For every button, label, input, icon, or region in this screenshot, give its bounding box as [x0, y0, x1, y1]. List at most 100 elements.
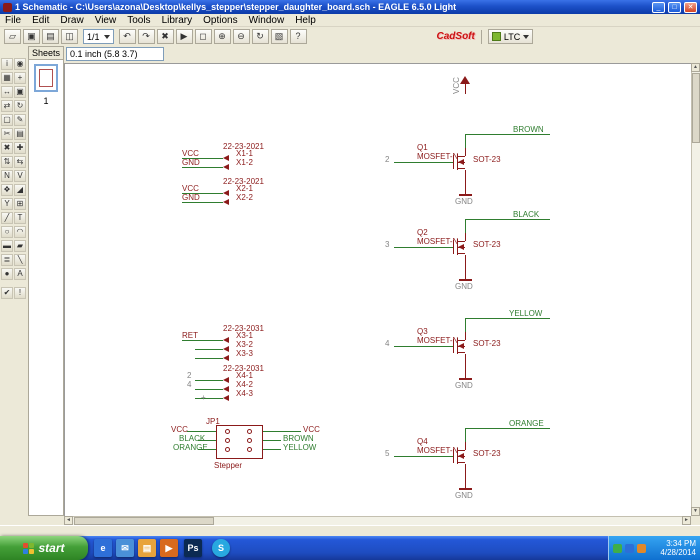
scroll-down-icon[interactable]: ▼ — [691, 507, 700, 516]
taskbar-clock[interactable]: 3:34 PM 4/28/2014 — [660, 539, 700, 557]
rotate-tool-icon[interactable]: ↻ — [14, 100, 26, 112]
zoom-redraw-button[interactable]: ↻ — [251, 29, 269, 44]
copy-tool-icon[interactable]: ▣ — [14, 86, 26, 98]
mirror-tool-icon[interactable]: ⇄ — [1, 100, 13, 112]
explorer-icon[interactable]: ▤ — [138, 539, 156, 557]
bus-tool-icon[interactable]: ≣ — [1, 254, 13, 266]
schematic-canvas[interactable]: VCC 22-23-2021 VCC X1-1 GND X1-2 22-23-2… — [64, 63, 691, 516]
arc-tool-icon[interactable]: ◠ — [14, 226, 26, 238]
sheet-thumbnail[interactable] — [34, 64, 58, 92]
start-button[interactable]: start — [0, 536, 88, 560]
pinswap-tool-icon[interactable]: ⇅ — [1, 156, 13, 168]
rect-tool-icon[interactable]: ▬ — [1, 240, 13, 252]
scroll-up-icon[interactable]: ▲ — [691, 63, 700, 72]
change-tool-icon[interactable]: ✎ — [14, 114, 26, 126]
menu-draw[interactable]: Draw — [60, 15, 83, 26]
name-tool-icon[interactable]: N — [1, 170, 13, 182]
save-button[interactable]: ▣ — [23, 29, 40, 44]
mosfet-q4[interactable]: ORANGE 5 Q4 MOSFET-N SOT-23 GND — [385, 420, 555, 500]
zoom-out-button[interactable]: ⊖ — [232, 29, 250, 44]
zoom-select-button[interactable]: ▧ — [270, 29, 288, 44]
scroll-right-icon[interactable]: ► — [682, 516, 691, 525]
zoom-in-button[interactable]: ⊕ — [213, 29, 231, 44]
coordinate-display[interactable]: 0.1 inch (5.8 3.7) — [66, 47, 164, 61]
menu-edit[interactable]: Edit — [32, 15, 49, 26]
redo-button[interactable]: ↷ — [137, 29, 155, 44]
circle-tool-icon[interactable]: ○ — [1, 226, 13, 238]
internet-explorer-icon[interactable]: e — [94, 539, 112, 557]
horizontal-scroll-thumb[interactable] — [74, 517, 214, 525]
label-tool-icon[interactable]: A — [14, 268, 26, 280]
connector-x4[interactable]: 22-23-2031 2 X4-1 4 X4-2 X4-3 — [175, 361, 285, 403]
miter-tool-icon[interactable]: ◢ — [14, 184, 26, 196]
maximize-button[interactable]: □ — [668, 1, 681, 13]
menu-tools[interactable]: Tools — [127, 15, 150, 26]
add-tool-icon[interactable]: ✚ — [14, 142, 26, 154]
media-player-icon[interactable]: ▶ — [160, 539, 178, 557]
package-label: SOT-23 — [473, 240, 501, 249]
mosfet-q2[interactable]: BLACK 3 Q2 MOSFET-N SOT-23 GND — [385, 211, 555, 291]
gate-net-label: 2 — [385, 155, 390, 164]
wire-tool-icon[interactable]: ╱ — [1, 212, 13, 224]
menu-library[interactable]: Library — [162, 15, 193, 26]
smash-tool-icon[interactable]: ❖ — [1, 184, 13, 196]
status-bar — [0, 525, 700, 536]
value-tool-icon[interactable]: V — [14, 170, 26, 182]
move-tool-icon[interactable]: ↔ — [1, 86, 13, 98]
scroll-left-icon[interactable]: ◄ — [64, 516, 73, 525]
invoke-tool-icon[interactable]: ⊞ — [14, 198, 26, 210]
cut-tool-icon[interactable]: ✂ — [1, 128, 13, 140]
replace-tool-icon[interactable]: ⇆ — [14, 156, 26, 168]
export-image-button[interactable]: ◫ — [61, 29, 78, 44]
menu-options[interactable]: Options — [203, 15, 237, 26]
stop-button[interactable]: ✖ — [156, 29, 174, 44]
horizontal-scrollbar[interactable]: ◄ ► — [64, 516, 691, 525]
mosfet-q3[interactable]: YELLOW 4 Q3 MOSFET-N SOT-23 GND — [385, 310, 555, 390]
net-wire — [182, 167, 223, 168]
menu-view[interactable]: View — [95, 15, 117, 26]
mosfet-q1[interactable]: BROWN 2 Q1 MOSFET-N SOT-23 GND — [385, 126, 555, 206]
polygon-tool-icon[interactable]: ▰ — [14, 240, 26, 252]
help-button[interactable]: ? — [289, 29, 307, 44]
mark-tool-icon[interactable]: + — [14, 72, 26, 84]
sheet-selector[interactable]: 1/1 — [83, 29, 114, 44]
vertical-scroll-thumb[interactable] — [692, 73, 700, 143]
delete-tool-icon[interactable]: ✖ — [1, 142, 13, 154]
info-tool-icon[interactable]: i — [1, 58, 13, 70]
antivirus-tray-icon[interactable] — [613, 543, 622, 553]
vcc-supply-symbol[interactable]: VCC — [450, 66, 490, 106]
menu-help[interactable]: Help — [295, 15, 316, 26]
skype-icon[interactable]: S — [212, 539, 230, 557]
erc-tool-icon[interactable]: ✔ — [1, 287, 13, 299]
zoom-fit-button[interactable]: ◻ — [194, 29, 212, 44]
stepper-connector[interactable]: JP1 VCC BLACK ORANGE VCC BROWN YELLOW St… — [165, 416, 340, 472]
junction-tool-icon[interactable]: ● — [1, 268, 13, 280]
group-tool-icon[interactable]: ▢ — [1, 114, 13, 126]
minimize-button[interactable]: _ — [652, 1, 665, 13]
errors-tool-icon[interactable]: ! — [14, 287, 26, 299]
menu-window[interactable]: Window — [249, 15, 285, 26]
menu-file[interactable]: File — [5, 15, 21, 26]
connector-x2[interactable]: 22-23-2021 VCC X2-1 GND X2-2 — [175, 174, 285, 206]
eagle-tray-icon[interactable] — [625, 543, 634, 553]
print-button[interactable]: ▤ — [42, 29, 59, 44]
undo-button[interactable]: ↶ — [118, 29, 136, 44]
photoshop-icon[interactable]: Ps — [184, 539, 202, 557]
show-tool-icon[interactable]: ◉ — [14, 58, 26, 70]
email-icon[interactable]: ✉ — [116, 539, 134, 557]
go-button[interactable]: ▶ — [175, 29, 193, 44]
network-tray-icon[interactable] — [637, 543, 646, 553]
ltc-dropdown[interactable]: LTC — [487, 29, 534, 44]
open-button[interactable]: ▱ — [4, 29, 21, 44]
close-button[interactable]: ✕ — [684, 1, 697, 13]
split-tool-icon[interactable]: Y — [1, 198, 13, 210]
text-tool-icon[interactable]: T — [14, 212, 26, 224]
net-wire — [465, 219, 550, 220]
sheets-tab[interactable]: Sheets — [28, 46, 64, 59]
connector-x1[interactable]: 22-23-2021 VCC X1-1 GND X1-2 — [175, 139, 285, 171]
paste-tool-icon[interactable]: ▤ — [14, 128, 26, 140]
vertical-scrollbar[interactable]: ▲ ▼ — [691, 63, 700, 516]
net-tool-icon[interactable]: ╲ — [14, 254, 26, 266]
display-tool-icon[interactable]: ▦ — [1, 72, 13, 84]
connector-x3[interactable]: 22-23-2031 RET X3-1 X3-2 X3-3 — [175, 321, 285, 363]
